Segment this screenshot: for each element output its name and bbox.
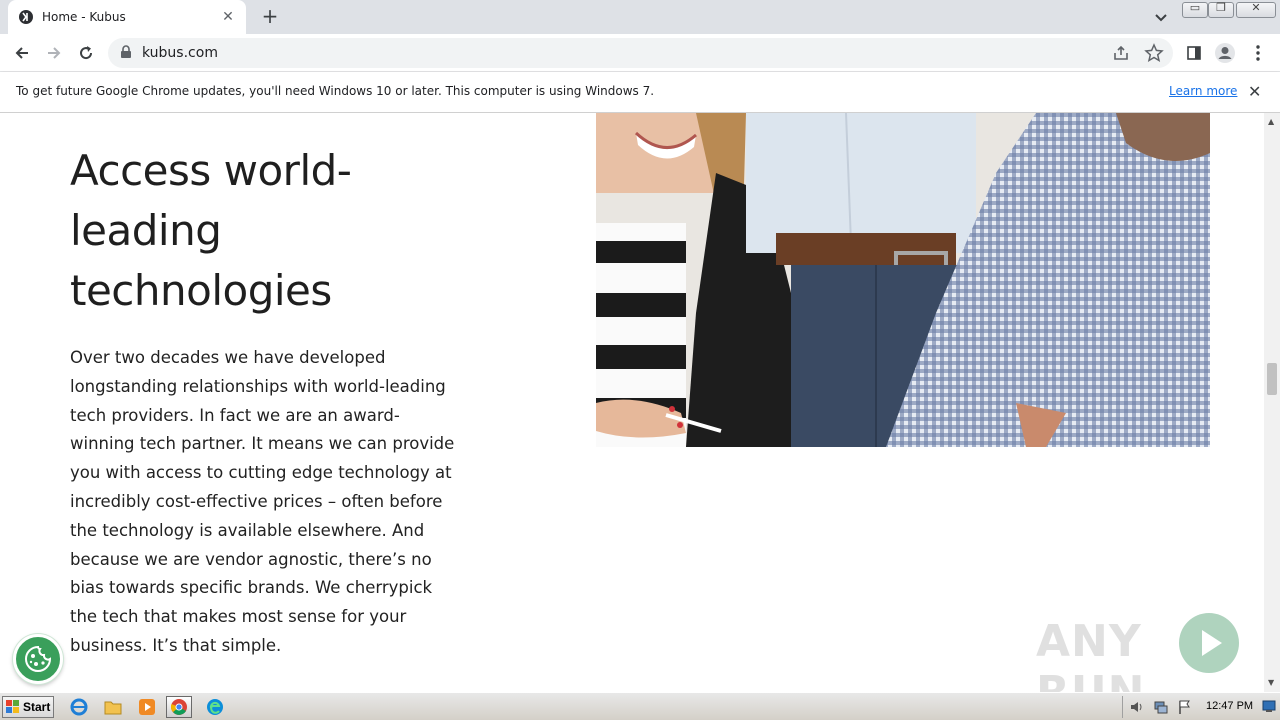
- minimize-icon: ▭: [1189, 1, 1201, 14]
- bookmark-star-icon[interactable]: [1144, 43, 1164, 63]
- close-icon: ✕: [1251, 1, 1261, 14]
- maximize-icon: ❐: [1216, 1, 1226, 14]
- url-text[interactable]: kubus.com: [142, 45, 218, 61]
- new-tab-button[interactable]: +: [258, 6, 282, 28]
- update-infobar: To get future Google Chrome updates, you…: [0, 72, 1280, 113]
- back-button[interactable]: [10, 42, 34, 64]
- scroll-up-arrow-icon[interactable]: ▲: [1268, 117, 1274, 126]
- kubus-favicon-icon: [19, 10, 33, 24]
- show-desktop-icon[interactable]: [1262, 699, 1276, 713]
- folder-icon: [104, 701, 122, 715]
- windows-taskbar: Start 12:47 PM: [0, 692, 1280, 720]
- chrome-icon: [171, 699, 187, 715]
- kebab-menu-icon: [1256, 45, 1260, 61]
- forward-arrow-icon: [48, 47, 61, 59]
- browser-tab[interactable]: Home - Kubus ✕: [8, 0, 246, 34]
- side-panel-icon: [1187, 46, 1201, 60]
- start-label: Start: [23, 700, 51, 714]
- scroll-down-arrow-icon[interactable]: ▼: [1268, 678, 1274, 687]
- scrollbar-thumb[interactable]: [1267, 363, 1277, 395]
- browser-toolbar: kubus.com: [0, 34, 1280, 72]
- learn-more-link[interactable]: Learn more: [1169, 84, 1237, 98]
- infobar-close-icon[interactable]: ✕: [1248, 82, 1261, 101]
- forward-button[interactable]: [42, 42, 66, 64]
- menu-button[interactable]: [1246, 42, 1270, 64]
- taskbar-explorer[interactable]: [100, 696, 126, 718]
- start-button[interactable]: Start: [2, 696, 54, 718]
- profile-button[interactable]: [1213, 42, 1237, 64]
- windows-logo-icon: [6, 700, 19, 713]
- taskbar-ie[interactable]: [66, 696, 92, 718]
- cookie-settings-button[interactable]: [13, 634, 63, 684]
- maximize-button[interactable]: ❐: [1208, 1, 1234, 18]
- avatar-icon: [1215, 43, 1235, 63]
- edge-icon: [207, 699, 223, 715]
- section-heading: Access world-leading technologies: [70, 146, 352, 315]
- system-tray: [1122, 696, 1202, 718]
- tab-strip: Home - Kubus ✕ + ▭ ❐ ✕: [0, 0, 1280, 34]
- taskbar-clock[interactable]: 12:47 PM: [1206, 700, 1253, 712]
- page-scrollbar[interactable]: ▲ ▼: [1264, 113, 1280, 692]
- network-icon[interactable]: [1153, 699, 1169, 715]
- minimize-button[interactable]: ▭: [1182, 1, 1208, 18]
- reload-icon: [80, 46, 93, 60]
- back-arrow-icon: [15, 47, 28, 59]
- close-window-button[interactable]: ✕: [1236, 1, 1276, 18]
- section-body-text: Over two decades we have developed longs…: [70, 348, 455, 655]
- taskbar-edge[interactable]: [202, 696, 228, 718]
- media-player-icon: [139, 699, 155, 715]
- infobar-message: To get future Google Chrome updates, you…: [16, 84, 655, 98]
- cookie-icon: [25, 645, 52, 672]
- internet-explorer-icon: [70, 698, 88, 716]
- address-bar[interactable]: kubus.com: [108, 38, 1173, 68]
- taskbar-chrome[interactable]: [166, 696, 192, 718]
- tab-search-chevron-icon[interactable]: [1150, 6, 1172, 28]
- share-icon[interactable]: [1112, 44, 1130, 62]
- side-panel-button[interactable]: [1182, 42, 1206, 64]
- volume-icon[interactable]: [1129, 699, 1145, 715]
- tab-close-icon[interactable]: ✕: [220, 9, 236, 25]
- taskbar-media[interactable]: [134, 696, 160, 718]
- action-center-flag-icon[interactable]: [1177, 699, 1193, 715]
- anyrun-watermark: ANY RUN: [1036, 606, 1246, 718]
- lock-icon[interactable]: [120, 45, 132, 59]
- team-photo: [596, 113, 1210, 447]
- reload-button[interactable]: [74, 42, 98, 64]
- play-logo-icon: [1179, 613, 1239, 673]
- tab-title: Home - Kubus: [42, 10, 126, 24]
